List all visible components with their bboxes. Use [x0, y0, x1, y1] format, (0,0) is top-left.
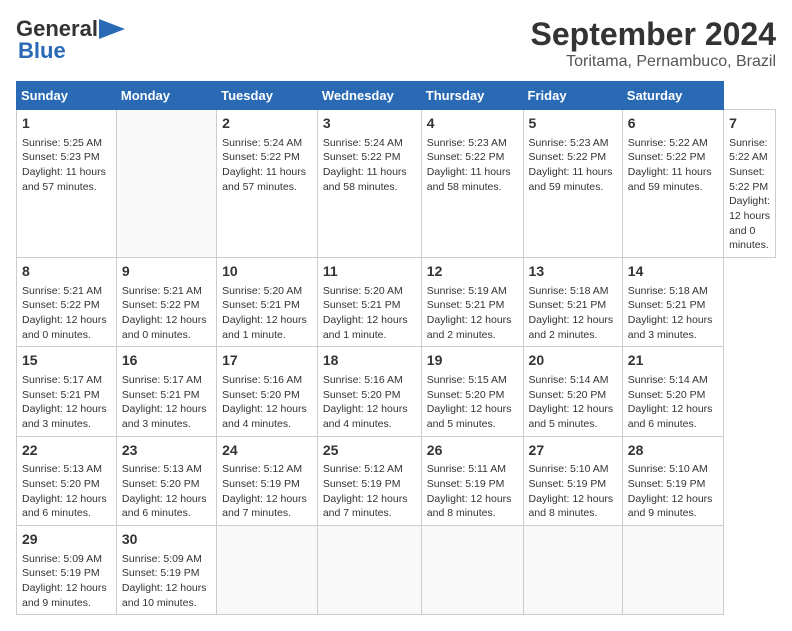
table-row: 30Sunrise: 5:09 AMSunset: 5:19 PMDayligh… [116, 526, 216, 615]
table-row: 18Sunrise: 5:16 AMSunset: 5:20 PMDayligh… [317, 347, 421, 436]
table-row: 28Sunrise: 5:10 AMSunset: 5:19 PMDayligh… [622, 436, 723, 525]
table-row: 13Sunrise: 5:18 AMSunset: 5:21 PMDayligh… [523, 258, 622, 347]
calendar-header-monday: Monday [116, 82, 216, 110]
table-row: 20Sunrise: 5:14 AMSunset: 5:20 PMDayligh… [523, 347, 622, 436]
calendar-table: SundayMondayTuesdayWednesdayThursdayFrid… [16, 81, 776, 615]
table-row: 6Sunrise: 5:22 AMSunset: 5:22 PMDaylight… [622, 110, 723, 258]
table-row [116, 110, 216, 258]
table-row: 27Sunrise: 5:10 AMSunset: 5:19 PMDayligh… [523, 436, 622, 525]
logo-blue: Blue [18, 38, 66, 64]
table-row: 29Sunrise: 5:09 AMSunset: 5:19 PMDayligh… [17, 526, 117, 615]
table-row: 17Sunrise: 5:16 AMSunset: 5:20 PMDayligh… [217, 347, 318, 436]
table-row: 1Sunrise: 5:25 AMSunset: 5:23 PMDaylight… [17, 110, 117, 258]
calendar-week-4: 22Sunrise: 5:13 AMSunset: 5:20 PMDayligh… [17, 436, 776, 525]
table-row: 23Sunrise: 5:13 AMSunset: 5:20 PMDayligh… [116, 436, 216, 525]
logo: General Blue [16, 16, 125, 64]
table-row: 5Sunrise: 5:23 AMSunset: 5:22 PMDaylight… [523, 110, 622, 258]
logo-arrow-icon [99, 19, 125, 39]
page-title: September 2024 [531, 16, 776, 53]
table-row: 2Sunrise: 5:24 AMSunset: 5:22 PMDaylight… [217, 110, 318, 258]
calendar-header-thursday: Thursday [421, 82, 523, 110]
calendar-header-wednesday: Wednesday [317, 82, 421, 110]
table-row: 11Sunrise: 5:20 AMSunset: 5:21 PMDayligh… [317, 258, 421, 347]
page-header: General Blue September 2024 Toritama, Pe… [16, 16, 776, 71]
table-row: 19Sunrise: 5:15 AMSunset: 5:20 PMDayligh… [421, 347, 523, 436]
calendar-header-friday: Friday [523, 82, 622, 110]
table-row: 10Sunrise: 5:20 AMSunset: 5:21 PMDayligh… [217, 258, 318, 347]
page-subtitle: Toritama, Pernambuco, Brazil [531, 53, 776, 71]
table-row: 3Sunrise: 5:24 AMSunset: 5:22 PMDaylight… [317, 110, 421, 258]
table-row: 4Sunrise: 5:23 AMSunset: 5:22 PMDaylight… [421, 110, 523, 258]
table-row: 22Sunrise: 5:13 AMSunset: 5:20 PMDayligh… [17, 436, 117, 525]
table-row: 12Sunrise: 5:19 AMSunset: 5:21 PMDayligh… [421, 258, 523, 347]
calendar-header-sunday: Sunday [17, 82, 117, 110]
calendar-week-2: 8Sunrise: 5:21 AMSunset: 5:22 PMDaylight… [17, 258, 776, 347]
table-row [523, 526, 622, 615]
calendar-header-row: SundayMondayTuesdayWednesdayThursdayFrid… [17, 82, 776, 110]
table-row: 14Sunrise: 5:18 AMSunset: 5:21 PMDayligh… [622, 258, 723, 347]
table-row [421, 526, 523, 615]
table-row: 7Sunrise: 5:22 AMSunset: 5:22 PMDaylight… [724, 110, 776, 258]
table-row [622, 526, 723, 615]
table-row: 21Sunrise: 5:14 AMSunset: 5:20 PMDayligh… [622, 347, 723, 436]
table-row: 26Sunrise: 5:11 AMSunset: 5:19 PMDayligh… [421, 436, 523, 525]
table-row: 24Sunrise: 5:12 AMSunset: 5:19 PMDayligh… [217, 436, 318, 525]
table-row [217, 526, 318, 615]
calendar-week-5: 29Sunrise: 5:09 AMSunset: 5:19 PMDayligh… [17, 526, 776, 615]
calendar-header-saturday: Saturday [622, 82, 723, 110]
table-row: 8Sunrise: 5:21 AMSunset: 5:22 PMDaylight… [17, 258, 117, 347]
title-block: September 2024 Toritama, Pernambuco, Bra… [531, 16, 776, 71]
calendar-week-1: 1Sunrise: 5:25 AMSunset: 5:23 PMDaylight… [17, 110, 776, 258]
table-row: 16Sunrise: 5:17 AMSunset: 5:21 PMDayligh… [116, 347, 216, 436]
table-row: 15Sunrise: 5:17 AMSunset: 5:21 PMDayligh… [17, 347, 117, 436]
table-row: 25Sunrise: 5:12 AMSunset: 5:19 PMDayligh… [317, 436, 421, 525]
table-row: 9Sunrise: 5:21 AMSunset: 5:22 PMDaylight… [116, 258, 216, 347]
table-row [317, 526, 421, 615]
calendar-week-3: 15Sunrise: 5:17 AMSunset: 5:21 PMDayligh… [17, 347, 776, 436]
calendar-header-tuesday: Tuesday [217, 82, 318, 110]
